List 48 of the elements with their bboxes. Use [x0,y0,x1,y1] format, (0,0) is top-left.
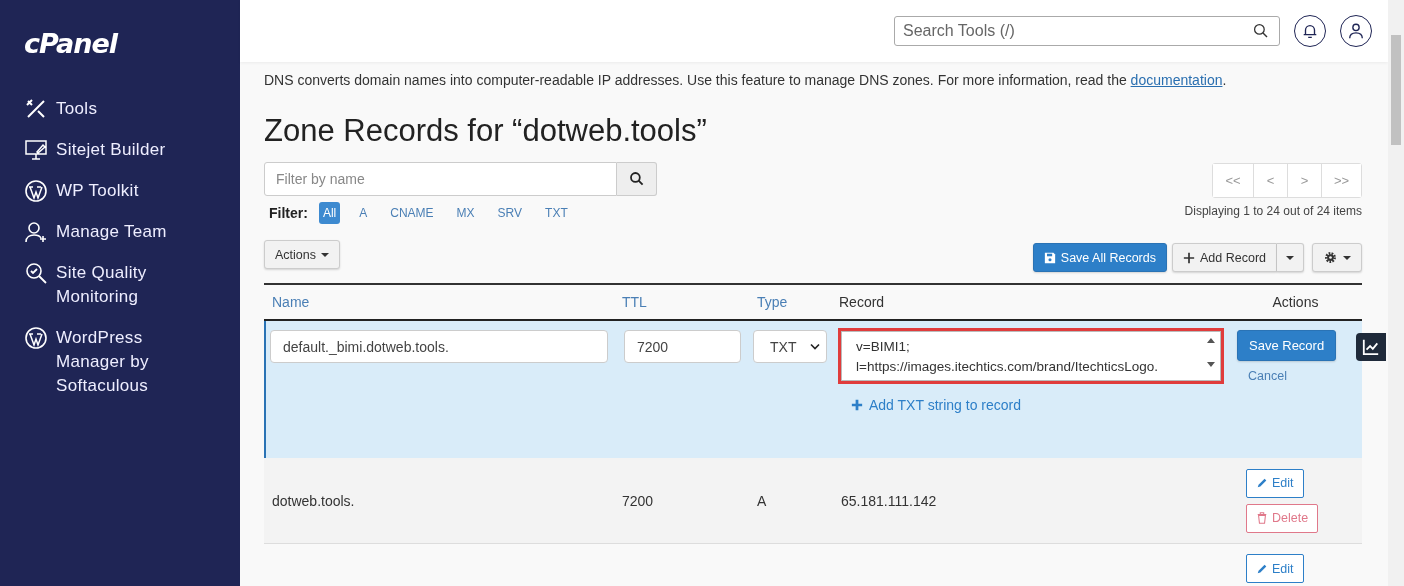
sidebar-label: WordPress Manager by Softaculous [56,327,150,397]
table-cell-text: 65.181.111.142 [840,492,938,509]
table-cell-text: 7200 [621,492,655,509]
edit-button[interactable]: Edit [1246,468,1304,498]
sidebar-label: Manage Team [56,221,167,243]
filter-tab[interactable]: CNAME [386,202,438,224]
type-select[interactable]: TXT [753,330,827,363]
page-button[interactable]: >> [1321,164,1361,197]
filter-label: Filter: [269,205,308,221]
filter-field[interactable]: Filter by name [264,162,617,196]
ttl-field[interactable]: 7200 [624,330,741,363]
add-record-button[interactable]: Add Record [1172,243,1277,272]
edit-button[interactable]: Edit [1246,554,1304,583]
sort-header[interactable]: Name [264,294,614,310]
sidebar-item[interactable]: WP Toolkit [24,179,240,203]
intro-text: DNS converts domain names into computer-readable IP addresses. Use this feature to manage DNS zones. For more information, read the documentation. [264,71,1228,89]
sidebar-label: Tools [56,98,98,120]
sidebar-item[interactable]: WordPress Manager by Softaculous [24,326,240,398]
sidebar-item[interactable]: Site Quality Monitoring [24,261,240,309]
cpanel-logo[interactable]: cPanel [24,28,118,59]
sidebar-label: Site Quality Monitoring [56,262,148,308]
filter-tab[interactable]: SRV [493,202,527,224]
sidebar-item[interactable]: Manage Team [24,220,240,244]
sidebar-item[interactable]: Tools [24,97,240,121]
filter-tab[interactable]: A [355,202,372,224]
record-field[interactable]: v=BIMI1; l=https://images.itechtics.com/brand/ItechticsLogo. [841,331,1221,381]
sidebar-item[interactable]: Sitejet Builder [24,138,240,162]
search-field[interactable]: Search Tools (/) [894,16,1280,46]
items-summary: Displaying 1 to 24 out of 24 items [1184,204,1362,218]
table-cell-text: A [756,492,768,509]
filter-tab[interactable]: All [318,202,341,224]
filter-tab[interactable]: MX [452,202,479,224]
name-field[interactable]: default._bimi.dotweb.tools. [270,330,608,363]
filter-tab[interactable]: TXT [541,202,572,224]
page-title: Zone Records for “dotweb.tools” [264,112,708,150]
sort-header[interactable]: TTL [614,294,749,310]
column-header: Record [838,294,886,310]
cancel-link[interactable]: Cancel [1248,369,1287,383]
save-record-button[interactable]: Save Record [1237,330,1337,361]
column-header: Actions [1271,294,1320,310]
save-all-button[interactable]: Save All Records [1032,243,1167,272]
add-txt-string-link[interactable]: Add TXT string to record [851,397,1021,413]
actions-button[interactable]: Actions [264,240,340,269]
sort-header[interactable]: Type [749,294,833,310]
sidebar-label: WP Toolkit [56,180,139,202]
table-cell-text: dotweb.tools. [271,492,356,509]
delete-button[interactable]: Delete [1246,503,1319,533]
sidebar-label: Sitejet Builder [56,139,166,161]
